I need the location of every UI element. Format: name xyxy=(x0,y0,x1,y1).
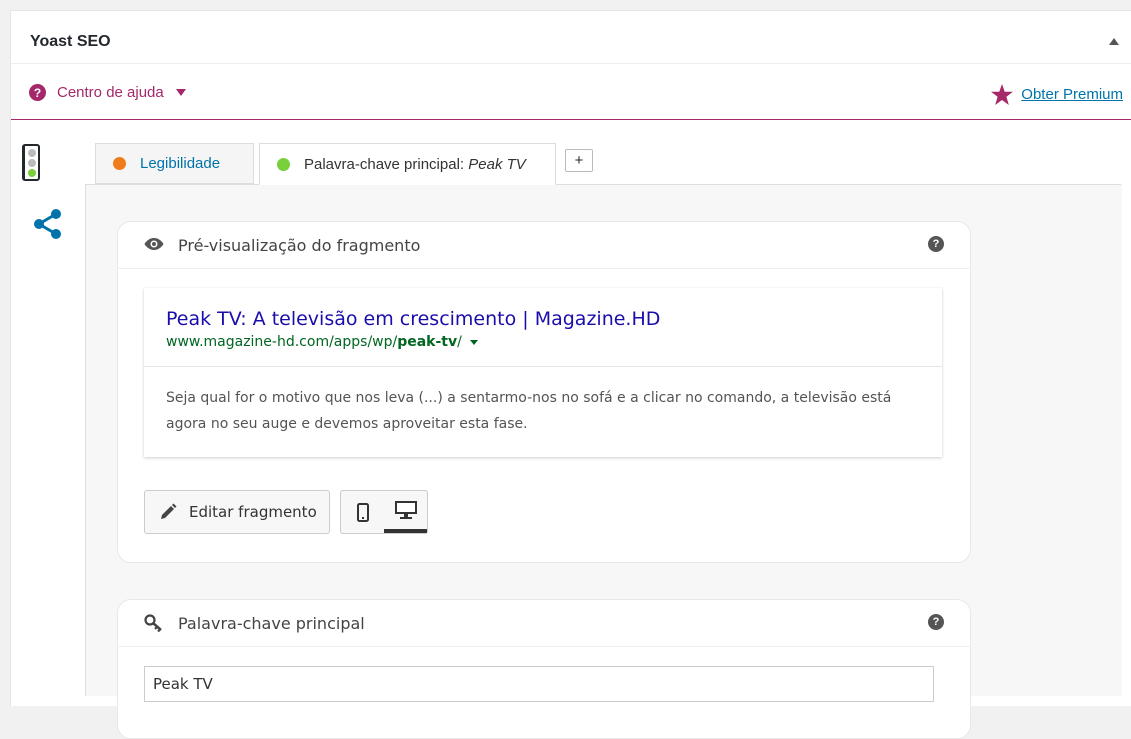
side-tabs xyxy=(18,144,61,239)
readability-status-dot xyxy=(113,157,126,170)
pencil-icon xyxy=(161,503,177,519)
metabox-title: Yoast SEO xyxy=(30,33,111,50)
snippet-help-icon[interactable]: ? xyxy=(928,236,944,252)
keyphrase-status-dot xyxy=(277,157,290,171)
focus-keyphrase-header: Palavra-chave principal ? xyxy=(118,600,970,647)
focus-keyphrase-card: Palavra-chave principal ? xyxy=(117,599,971,739)
eye-icon xyxy=(144,238,164,250)
snippet-preview-title: Pré-visualização do fragmento xyxy=(178,236,421,255)
analysis-panel: Pré-visualização do fragmento ? Peak TV:… xyxy=(85,184,1122,739)
edit-snippet-button[interactable]: Editar fragmento xyxy=(144,490,330,534)
focus-keyphrase-title: Palavra-chave principal xyxy=(178,614,365,633)
snippet-preview-card: Pré-visualização do fragmento ? Peak TV:… xyxy=(117,221,971,563)
desktop-icon xyxy=(394,501,417,519)
share-icon[interactable] xyxy=(31,208,63,240)
serp-description: Seja qual for o motivo que nos leva (...… xyxy=(166,390,892,432)
mobile-preview-button[interactable] xyxy=(341,491,384,533)
snippet-preview-header: Pré-visualização do fragmento ? xyxy=(118,222,970,269)
tab-focus-keyphrase-label: Palavra-chave principal: Peak TV xyxy=(304,155,526,173)
serp-url: www.magazine-hd.com/apps/wp/peak-tv / xyxy=(166,334,478,350)
help-bar: ? Centro de ajuda Obter Premium xyxy=(11,64,1131,120)
serp-preview: Peak TV: A televisão em crescimento | Ma… xyxy=(144,288,942,457)
desktop-preview-button[interactable] xyxy=(384,491,427,533)
help-center-label: Centro de ajuda xyxy=(57,84,164,101)
question-circle-icon: ? xyxy=(29,84,46,101)
preview-mode-toggle xyxy=(340,490,428,534)
add-keyphrase-button[interactable]: + xyxy=(565,149,593,172)
star-icon xyxy=(991,84,1014,105)
tab-readability[interactable]: Legibilidade xyxy=(95,143,254,184)
help-center-button[interactable]: ? Centro de ajuda xyxy=(29,84,186,101)
mobile-icon xyxy=(356,502,369,522)
tabs-divider xyxy=(85,184,1121,185)
metabox-header[interactable]: Yoast SEO xyxy=(11,11,1131,64)
traffic-light-icon[interactable] xyxy=(22,144,40,181)
collapse-arrow-icon[interactable] xyxy=(1109,38,1119,45)
tab-readability-label: Legibilidade xyxy=(140,155,221,172)
focus-keyphrase-input[interactable] xyxy=(144,666,934,702)
caret-down-icon xyxy=(175,89,186,96)
edit-snippet-label: Editar fragmento xyxy=(189,503,317,521)
serp-title[interactable]: Peak TV: A televisão em crescimento | Ma… xyxy=(166,308,660,330)
get-premium-label: Obter Premium xyxy=(1021,86,1123,103)
url-caret-icon xyxy=(469,339,478,345)
keyphrase-help-icon[interactable]: ? xyxy=(928,614,944,630)
tab-focus-keyphrase[interactable]: Palavra-chave principal: Peak TV xyxy=(259,143,556,185)
key-icon xyxy=(144,614,162,632)
get-premium-link[interactable]: Obter Premium xyxy=(991,84,1123,105)
